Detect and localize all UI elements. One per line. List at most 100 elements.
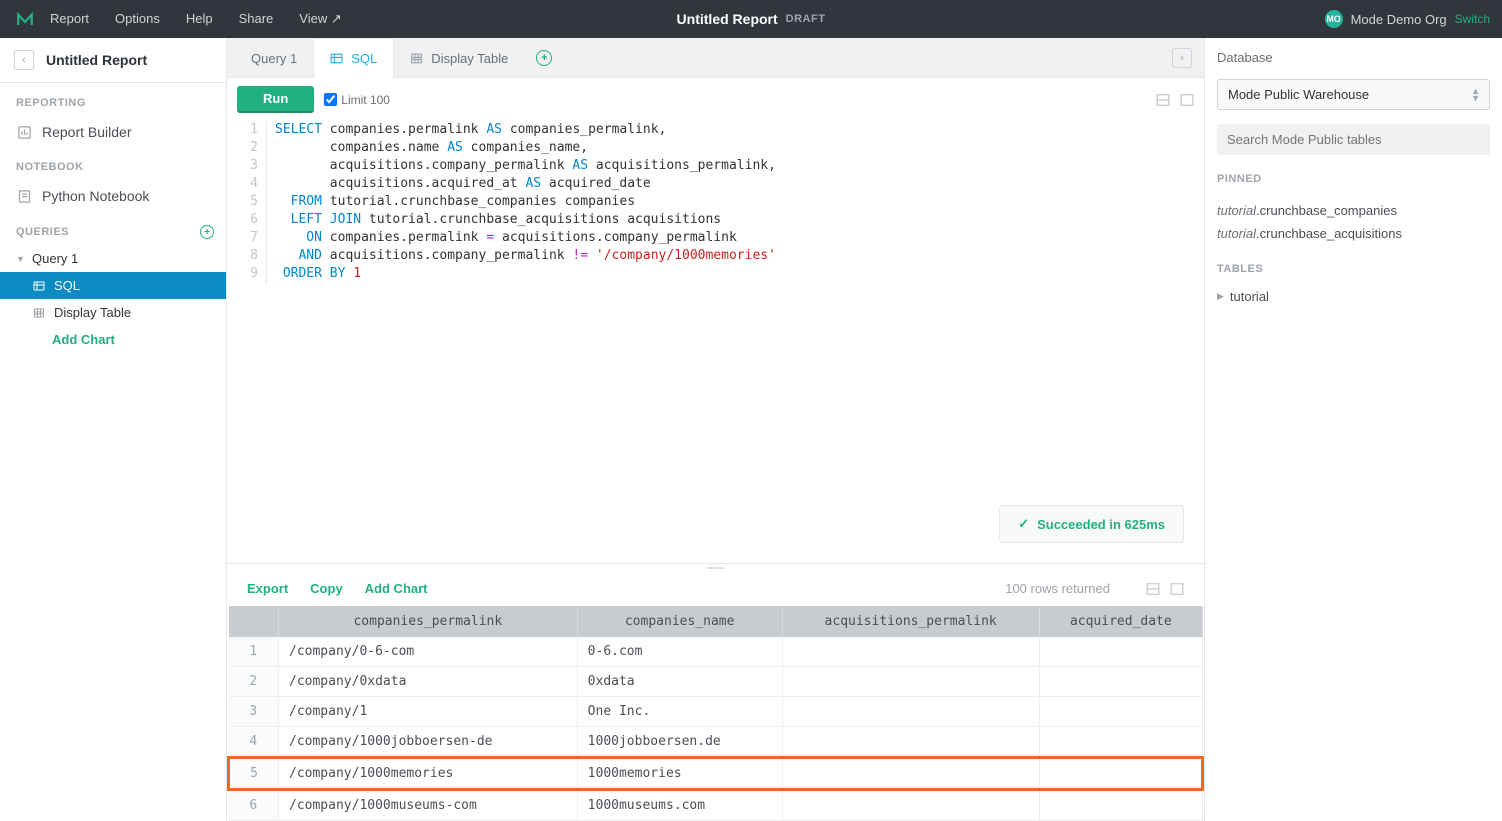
table-cell[interactable]: /company/0-6-com: [279, 637, 578, 667]
table-cell[interactable]: 0xdata: [577, 667, 782, 697]
results-layout-split-icon[interactable]: [1146, 582, 1160, 596]
table-cell[interactable]: /company/1000museums-com: [279, 790, 578, 821]
table-cell[interactable]: [1039, 667, 1202, 697]
resize-handle[interactable]: [227, 563, 1204, 571]
col-header-0[interactable]: companies_permalink: [279, 606, 578, 637]
table-cell[interactable]: /company/1: [279, 697, 578, 727]
table-cell[interactable]: One Inc.: [577, 697, 782, 727]
limit-checkbox-input[interactable]: [324, 93, 337, 106]
code-content[interactable]: SELECT companies.permalink AS companies_…: [267, 121, 776, 283]
report-builder-icon: [16, 125, 32, 140]
sidebar-report-name[interactable]: Untitled Report: [46, 52, 147, 68]
notebook-icon: [16, 189, 32, 204]
table-cell[interactable]: /company/0xdata: [279, 667, 578, 697]
table-cell[interactable]: [782, 697, 1039, 727]
layout-split-icon[interactable]: [1156, 93, 1170, 107]
add-query-button[interactable]: +: [200, 225, 214, 239]
col-header-2[interactable]: acquisitions_permalink: [782, 606, 1039, 637]
menu-options[interactable]: Options: [115, 11, 160, 27]
table-cell[interactable]: [782, 637, 1039, 667]
limit-checkbox[interactable]: Limit 100: [324, 93, 390, 107]
menu-view[interactable]: View ↗: [299, 11, 341, 27]
table-row[interactable]: 4/company/1000jobboersen-de1000jobboerse…: [229, 727, 1203, 758]
caret-down-icon: ▼: [16, 254, 26, 264]
query1-tree-item[interactable]: ▼ Query 1: [0, 245, 226, 272]
python-notebook-item[interactable]: Python Notebook: [0, 181, 226, 211]
results-toolbar: Export Copy Add Chart 100 rows returned: [227, 571, 1204, 606]
table-cell[interactable]: [1039, 758, 1202, 790]
tab-query1[interactable]: Query 1: [235, 38, 313, 77]
table-cell[interactable]: [1039, 727, 1202, 758]
status-text: Succeeded in 625ms: [1037, 517, 1165, 532]
tab-sql[interactable]: SQL: [313, 38, 394, 78]
results-table[interactable]: companies_permalink companies_name acqui…: [227, 606, 1204, 821]
run-button[interactable]: Run: [237, 86, 314, 113]
section-notebook: NOTEBOOK: [0, 147, 226, 181]
pinned-item[interactable]: tutorial.crunchbase_companies: [1217, 199, 1490, 222]
table-row[interactable]: 5/company/1000memories1000memories: [229, 758, 1203, 790]
copy-link[interactable]: Copy: [310, 581, 343, 596]
tab-display-table[interactable]: Display Table: [394, 38, 524, 77]
table-cell[interactable]: [1039, 637, 1202, 667]
org-area[interactable]: MO Mode Demo Org Switch: [1325, 10, 1490, 28]
table-row[interactable]: 6/company/1000museums-com1000museums.com: [229, 790, 1203, 821]
results-add-chart-link[interactable]: Add Chart: [365, 581, 428, 596]
back-button[interactable]: ‹: [14, 50, 34, 70]
table-cell[interactable]: [782, 790, 1039, 821]
table-cell[interactable]: /company/1000memories: [279, 758, 578, 790]
table-row[interactable]: 1/company/0-6-com0-6.com: [229, 637, 1203, 667]
switch-link[interactable]: Switch: [1455, 12, 1490, 26]
table-row[interactable]: 2/company/0xdata0xdata: [229, 667, 1203, 697]
col-header-1[interactable]: companies_name: [577, 606, 782, 637]
table-icon: [32, 307, 46, 319]
row-number-cell[interactable]: 6: [229, 790, 279, 821]
display-table-tree-item[interactable]: Display Table: [0, 299, 226, 326]
schema-label: tutorial: [1230, 289, 1269, 304]
sql-tab-icon: [330, 52, 343, 65]
layout-full-icon[interactable]: [1180, 93, 1194, 107]
row-number-cell[interactable]: 5: [229, 758, 279, 790]
table-cell[interactable]: 1000museums.com: [577, 790, 782, 821]
report-title[interactable]: Untitled Report: [677, 11, 778, 27]
menu-share[interactable]: Share: [239, 11, 274, 27]
table-cell[interactable]: [782, 667, 1039, 697]
org-badge-icon: MO: [1325, 10, 1343, 28]
sql-tree-item[interactable]: SQL: [0, 272, 226, 299]
row-number-cell[interactable]: 3: [229, 697, 279, 727]
table-cell[interactable]: 1000memories: [577, 758, 782, 790]
table-cell[interactable]: 1000jobboersen.de: [577, 727, 782, 758]
menu-help[interactable]: Help: [186, 11, 213, 27]
table-cell[interactable]: 0-6.com: [577, 637, 782, 667]
export-link[interactable]: Export: [247, 581, 288, 596]
rows-returned: 100 rows returned: [1005, 581, 1110, 596]
row-number-cell[interactable]: 1: [229, 637, 279, 667]
tab-display-label: Display Table: [431, 51, 508, 66]
database-select[interactable]: Mode Public Warehouse: [1217, 79, 1490, 110]
menu-report[interactable]: Report: [50, 11, 89, 27]
add-chart-link[interactable]: Add Chart: [0, 326, 226, 353]
code-editor[interactable]: 123456789 SELECT companies.permalink AS …: [227, 121, 1204, 563]
table-cell[interactable]: [782, 758, 1039, 790]
row-number-cell[interactable]: 2: [229, 667, 279, 697]
add-tab-button[interactable]: +: [524, 38, 564, 77]
section-reporting: REPORTING: [0, 83, 226, 117]
table-cell[interactable]: /company/1000jobboersen-de: [279, 727, 578, 758]
table-cell[interactable]: [782, 727, 1039, 758]
search-tables-input[interactable]: [1217, 124, 1490, 155]
report-title-area: Untitled Report DRAFT: [677, 11, 826, 27]
row-number-cell[interactable]: 4: [229, 727, 279, 758]
report-builder-item[interactable]: Report Builder: [0, 117, 226, 147]
col-header-3[interactable]: acquired_date: [1039, 606, 1202, 637]
tab-sql-label: SQL: [351, 51, 377, 66]
table-cell[interactable]: [1039, 790, 1202, 821]
table-cell[interactable]: [1039, 697, 1202, 727]
limit-checkbox-label: Limit 100: [341, 93, 390, 107]
logo-icon[interactable]: [12, 6, 38, 32]
next-tab-button[interactable]: ›: [1172, 48, 1192, 68]
pinned-item[interactable]: tutorial.crunchbase_acquisitions: [1217, 222, 1490, 245]
table-row[interactable]: 3/company/1One Inc.: [229, 697, 1203, 727]
check-icon: ✓: [1018, 516, 1029, 532]
schema-tree-item[interactable]: ▶ tutorial: [1217, 289, 1490, 304]
right-sidebar: Database Mode Public Warehouse ▲▼ PINNED…: [1204, 38, 1502, 821]
results-layout-full-icon[interactable]: [1170, 582, 1184, 596]
